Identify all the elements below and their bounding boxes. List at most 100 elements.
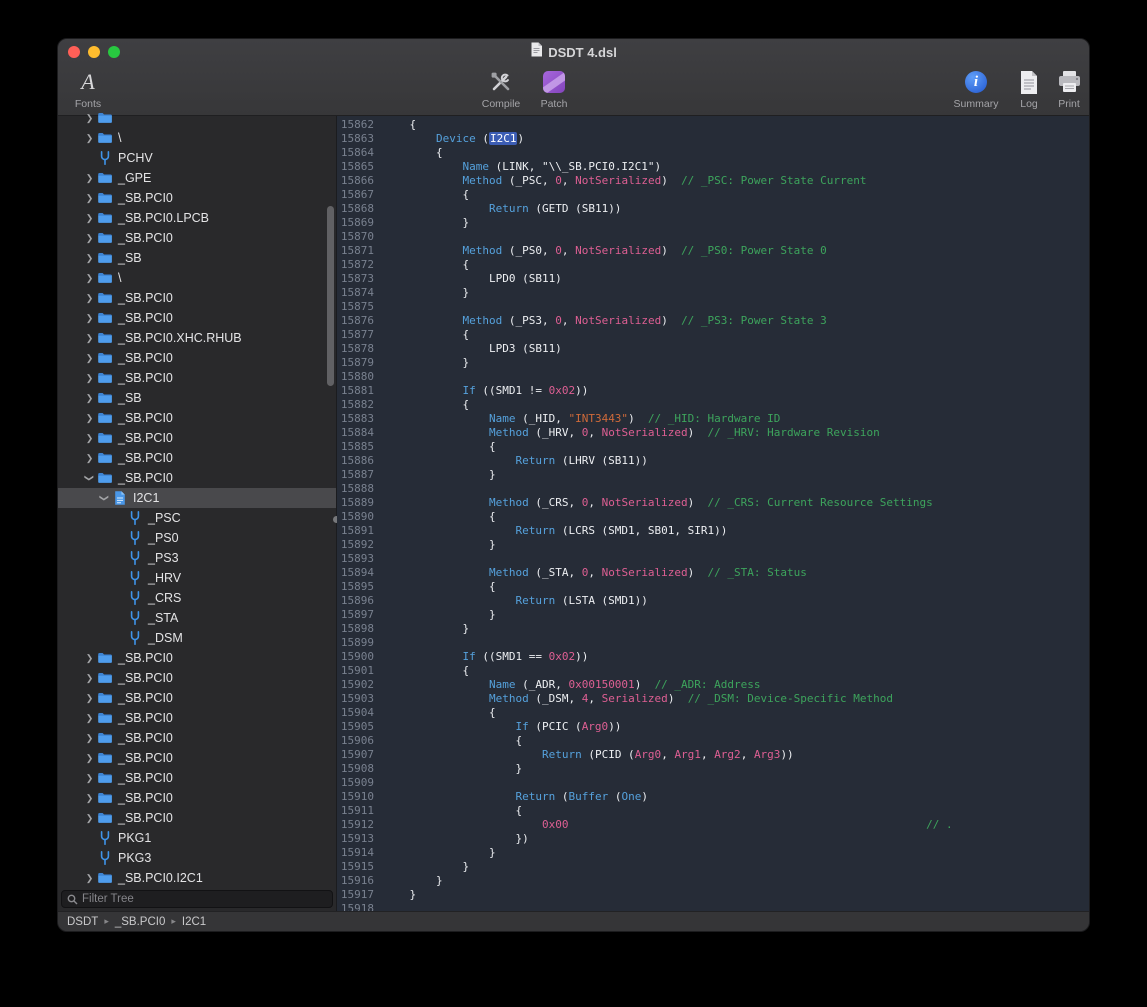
code-line[interactable]: 15885 { [337, 440, 1089, 454]
code-line[interactable]: 15911 { [337, 804, 1089, 818]
tree-row[interactable]: ❯_SB.PCI0 [58, 308, 336, 328]
chevron-right-icon[interactable]: ❯ [82, 328, 97, 348]
print-button[interactable]: Print [1047, 68, 1090, 110]
code-line[interactable]: 15875 [337, 300, 1089, 314]
tree-row[interactable]: ❯_SB.PCI0.XHC.RHUB [58, 328, 336, 348]
code-line[interactable]: 15876 Method (_PS3, 0, NotSerialized) //… [337, 314, 1089, 328]
code-line[interactable]: 15868 Return (GETD (SB11)) [337, 202, 1089, 216]
tree-row[interactable]: PKG1 [58, 828, 336, 848]
tree-row[interactable]: ❯_SB.PCI0.LPCB [58, 208, 336, 228]
code-line[interactable]: 15866 Method (_PSC, 0, NotSerialized) //… [337, 174, 1089, 188]
tree-row[interactable]: ❯_SB.PCI0 [58, 688, 336, 708]
code-line[interactable]: 15871 Method (_PS0, 0, NotSerialized) //… [337, 244, 1089, 258]
chevron-right-icon[interactable]: ❯ [82, 868, 97, 887]
code-line[interactable]: 15874 } [337, 286, 1089, 300]
summary-button[interactable]: i Summary [945, 68, 1007, 110]
chevron-right-icon[interactable]: ❯ [82, 188, 97, 208]
chevron-right-icon[interactable]: ❯ [82, 808, 97, 828]
tree-row[interactable]: ❯_GPE [58, 168, 336, 188]
chevron-right-icon[interactable]: ❯ [82, 228, 97, 248]
code-line[interactable]: 15867 { [337, 188, 1089, 202]
tree-row[interactable]: ❯_SB.PCI0 [58, 368, 336, 388]
tree-row[interactable]: ❯_SB.PCI0 [58, 428, 336, 448]
tree-row[interactable]: ❯_SB.PCI0.I2C1 [58, 868, 336, 887]
tree-row[interactable]: ❯_SB.PCI0 [58, 728, 336, 748]
tree-row[interactable]: ❯_SB.PCI0 [58, 768, 336, 788]
code-line[interactable]: 15863 Device (I2C1) [337, 132, 1089, 146]
code-line[interactable]: 15869 } [337, 216, 1089, 230]
chevron-down-icon[interactable]: ❯ [80, 471, 100, 486]
tree-row[interactable]: ❯_SB.PCI0 [58, 748, 336, 768]
chevron-right-icon[interactable]: ❯ [82, 108, 97, 128]
chevron-right-icon[interactable]: ❯ [82, 208, 97, 228]
code-line[interactable]: 15913 }) [337, 832, 1089, 846]
code-line[interactable]: 15880 [337, 370, 1089, 384]
tree-row[interactable]: _PSC [58, 508, 336, 528]
chevron-right-icon[interactable]: ❯ [82, 308, 97, 328]
compile-button[interactable]: Compile [471, 68, 531, 110]
chevron-right-icon[interactable]: ❯ [82, 448, 97, 468]
chevron-right-icon[interactable]: ❯ [82, 428, 97, 448]
breadcrumb-item-dsdt[interactable]: DSDT [67, 916, 98, 928]
tree-row[interactable]: _PS3 [58, 548, 336, 568]
tree-row[interactable]: ❯_SB.PCI0 [58, 348, 336, 368]
chevron-right-icon[interactable]: ❯ [82, 408, 97, 428]
code-line[interactable]: 15900 If ((SMD1 == 0x02)) [337, 650, 1089, 664]
code-line[interactable]: 15903 Method (_DSM, 4, Serialized) // _D… [337, 692, 1089, 706]
tree-row[interactable]: _PS0 [58, 528, 336, 548]
chevron-right-icon[interactable]: ❯ [82, 128, 97, 148]
code-line[interactable]: 15888 [337, 482, 1089, 496]
code-line[interactable]: 15897 } [337, 608, 1089, 622]
tree-row[interactable]: ❯_SB.PCI0 [58, 668, 336, 688]
code-line[interactable]: 15890 { [337, 510, 1089, 524]
tree-row[interactable]: ❯_SB [58, 248, 336, 268]
fonts-button[interactable]: A Fonts [64, 68, 112, 110]
tree-row[interactable]: ❯_SB.PCI0 [58, 808, 336, 828]
code-line[interactable]: 15899 [337, 636, 1089, 650]
code-line[interactable]: 15912 0x00 // . [337, 818, 1089, 832]
chevron-right-icon[interactable]: ❯ [82, 168, 97, 188]
code-line[interactable]: 15882 { [337, 398, 1089, 412]
code-line[interactable]: 15895 { [337, 580, 1089, 594]
tree-row[interactable]: ❯ [58, 108, 336, 128]
chevron-right-icon[interactable]: ❯ [82, 388, 97, 408]
code-line[interactable]: 15881 If ((SMD1 != 0x02)) [337, 384, 1089, 398]
tree-row[interactable]: ❯\ [58, 268, 336, 288]
code-line[interactable]: 15901 { [337, 664, 1089, 678]
code-line[interactable]: 15889 Method (_CRS, 0, NotSerialized) //… [337, 496, 1089, 510]
code-line[interactable]: 15908 } [337, 762, 1089, 776]
breadcrumb-item-scope[interactable]: _SB.PCI0 [115, 916, 166, 928]
tree-row[interactable]: ❯I2C1 [58, 488, 336, 508]
log-button[interactable]: Log [1007, 68, 1051, 110]
code-line[interactable]: 15872 { [337, 258, 1089, 272]
tree-row[interactable]: ❯_SB.PCI0 [58, 448, 336, 468]
zoom-button[interactable] [108, 46, 120, 58]
chevron-right-icon[interactable]: ❯ [82, 768, 97, 788]
tree-row[interactable]: ❯_SB [58, 388, 336, 408]
code-line[interactable]: 15886 Return (LHRV (SB11)) [337, 454, 1089, 468]
patch-button[interactable]: Patch [530, 68, 578, 110]
code-line[interactable]: 15918 [337, 902, 1089, 911]
tree-row[interactable]: ❯_SB.PCI0 [58, 408, 336, 428]
code-line[interactable]: 15907 Return (PCID (Arg0, Arg1, Arg2, Ar… [337, 748, 1089, 762]
tree-row[interactable]: ❯_SB.PCI0 [58, 228, 336, 248]
chevron-right-icon[interactable]: ❯ [82, 748, 97, 768]
code-line[interactable]: 15883 Name (_HID, "INT3443") // _HID: Ha… [337, 412, 1089, 426]
tree-row[interactable]: _STA [58, 608, 336, 628]
code-line[interactable]: 15891 Return (LCRS (SMD1, SB01, SIR1)) [337, 524, 1089, 538]
code-line[interactable]: 15892 } [337, 538, 1089, 552]
tree-row[interactable]: ❯_SB.PCI0 [58, 708, 336, 728]
tree-row[interactable]: PKG3 [58, 848, 336, 868]
code-line[interactable]: 15894 Method (_STA, 0, NotSerialized) //… [337, 566, 1089, 580]
minimize-button[interactable] [88, 46, 100, 58]
chevron-right-icon[interactable]: ❯ [82, 668, 97, 688]
chevron-right-icon[interactable]: ❯ [82, 348, 97, 368]
code-line[interactable]: 15898 } [337, 622, 1089, 636]
code-line[interactable]: 15873 LPD0 (SB11) [337, 272, 1089, 286]
chevron-down-icon[interactable]: ❯ [95, 491, 115, 506]
chevron-right-icon[interactable]: ❯ [82, 288, 97, 308]
chevron-right-icon[interactable]: ❯ [82, 788, 97, 808]
code-line[interactable]: 15870 [337, 230, 1089, 244]
close-button[interactable] [68, 46, 80, 58]
code-line[interactable]: 15865 Name (LINK, "\\_SB.PCI0.I2C1") [337, 160, 1089, 174]
